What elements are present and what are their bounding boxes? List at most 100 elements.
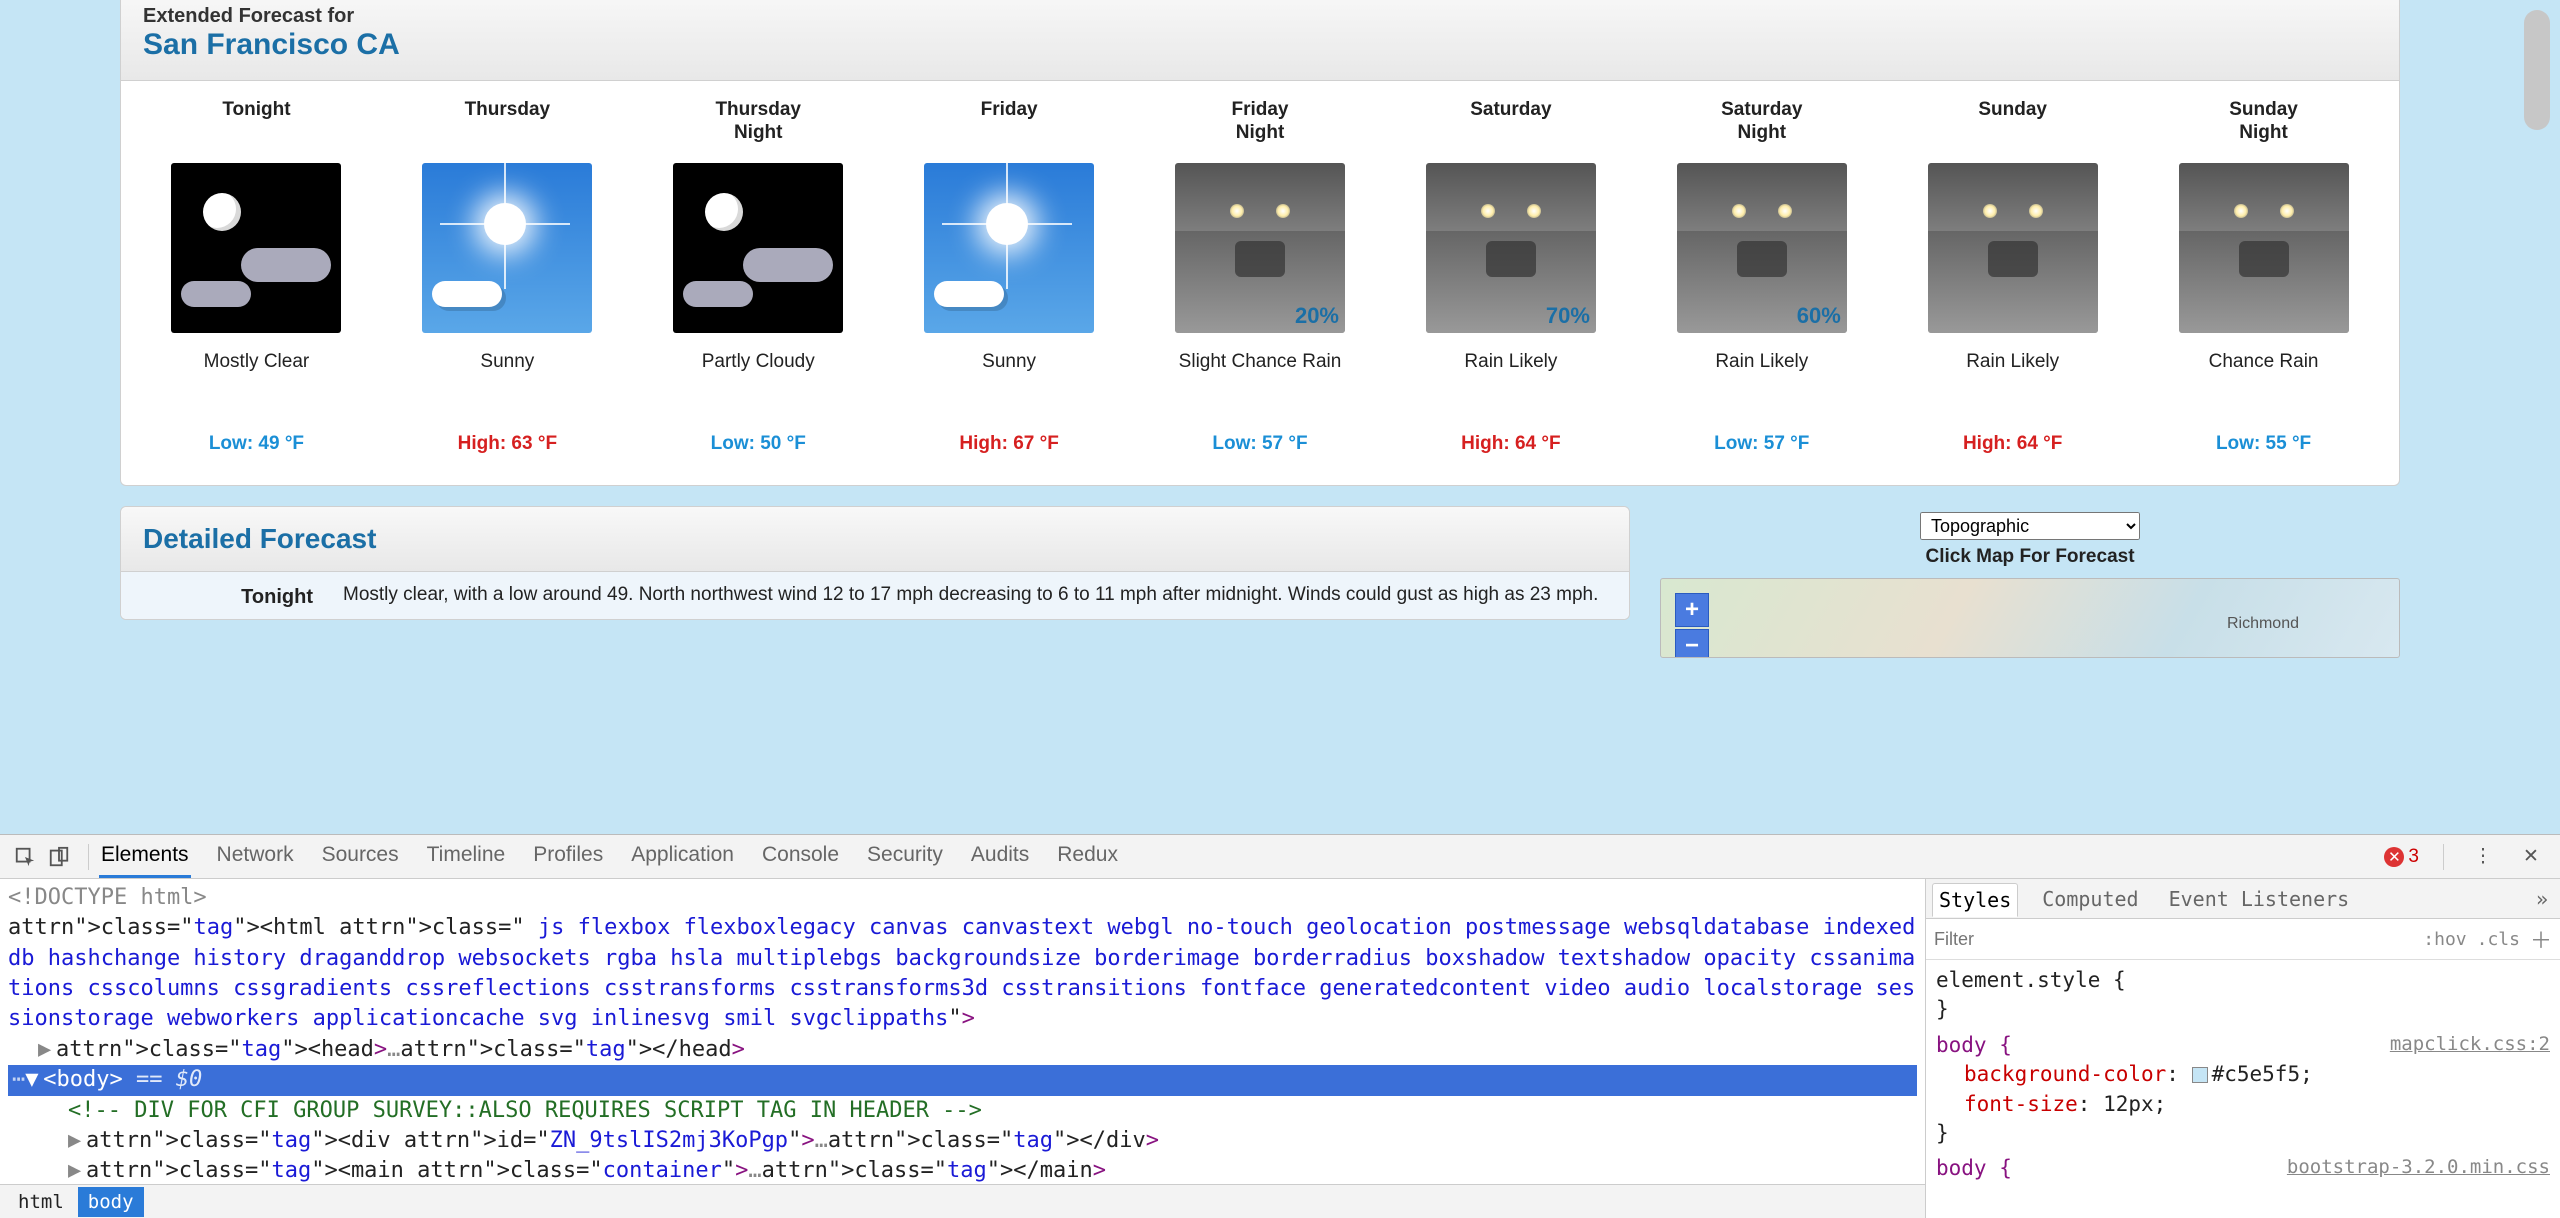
rule-selector: body { — [1936, 1156, 2012, 1180]
zoom-out-button[interactable]: − — [1675, 629, 1709, 658]
precip-probability: 20% — [1295, 303, 1339, 329]
dom-main[interactable]: attrn">class="tag"><main attrn">class="c… — [86, 1158, 1106, 1183]
forecast-temp: High: 64 °F — [1391, 433, 1630, 455]
styles-filter-input[interactable] — [1934, 929, 2413, 950]
forecast-temp: Low: 50 °F — [639, 433, 878, 455]
dom-doctype: <!DOCTYPE html> — [8, 885, 207, 910]
forecast-card[interactable]: Saturday70%Rain LikelyHigh: 64 °F — [1385, 99, 1636, 455]
devtools-tab-audits[interactable]: Audits — [969, 835, 1031, 878]
forecast-temp: Low: 57 °F — [1141, 433, 1380, 455]
expand-icon[interactable]: ▶ — [68, 1126, 86, 1156]
dom-comment: <!-- DIV FOR CFI GROUP SURVEY::ALSO REQU… — [68, 1098, 982, 1123]
forecast-subtitle: Extended Forecast for — [143, 5, 2377, 28]
forecast-condition: Chance Rain — [2144, 351, 2383, 403]
forecast-temp: High: 67 °F — [890, 433, 1129, 455]
forecast-card[interactable]: ThursdayNightPartly CloudyLow: 50 °F — [633, 99, 884, 455]
forecast-period: SundayNight — [2144, 99, 2383, 151]
forecast-card[interactable]: FridaySunnyHigh: 67 °F — [884, 99, 1135, 455]
detailed-forecast-panel: Detailed Forecast Tonight Mostly clear, … — [120, 506, 1630, 620]
dom-html-open[interactable]: attrn">class="tag"><html attrn">class=" … — [8, 913, 1917, 1034]
forecast-location: San Francisco CA — [143, 28, 2377, 62]
dom-tree[interactable]: <!DOCTYPE html> attrn">class="tag"><html… — [0, 879, 1925, 1184]
styles-rules[interactable]: element.style { } mapclick.css:2 body { … — [1926, 960, 2560, 1218]
dom-head[interactable]: attrn">class="tag"><head>…attrn">class="… — [56, 1037, 745, 1062]
error-badge[interactable]: ✕ 3 — [2384, 846, 2419, 868]
forecast-period: Thursday — [388, 99, 627, 151]
forecast-icon: 20% — [1175, 163, 1345, 333]
devtools-tab-sources[interactable]: Sources — [320, 835, 401, 878]
forecast-temp: Low: 49 °F — [137, 433, 376, 455]
rule-source-link[interactable]: bootstrap-3.2.0.min.css — [2287, 1154, 2550, 1181]
devtools-tab-network[interactable]: Network — [215, 835, 296, 878]
device-toggle-icon[interactable] — [44, 842, 74, 872]
forecast-card[interactable]: FridayNight20%Slight Chance RainLow: 57 … — [1135, 99, 1386, 455]
dom-body-selected[interactable]: ⋯▼<body> == $0 — [8, 1065, 1917, 1095]
devtools-tab-application[interactable]: Application — [629, 835, 736, 878]
devtools-tabs: Elements Network Sources Timeline Profiles Ap… — [99, 835, 1120, 878]
rule-element-style: element.style { — [1936, 968, 2126, 992]
devtools-tab-console[interactable]: Console — [760, 835, 841, 878]
expand-icon[interactable]: ▶ — [38, 1035, 56, 1065]
rule-source-link[interactable]: mapclick.css:2 — [2390, 1031, 2550, 1058]
forecast-card[interactable]: Sunday Rain Likely High: 64 °F — [1887, 99, 2138, 455]
forecast-period: SaturdayNight — [1642, 99, 1881, 151]
forecast-condition: Slight Chance Rain — [1141, 351, 1380, 403]
detailed-row-text: Mostly clear, with a low around 49. Nort… — [343, 582, 1607, 609]
breadcrumb-body[interactable]: body — [78, 1187, 144, 1217]
styles-tab-computed[interactable]: Computed — [2036, 883, 2144, 915]
forecast-temp: Low: 55 °F — [2144, 433, 2383, 455]
expand-icon[interactable]: ▶ — [68, 1156, 86, 1184]
cls-toggle[interactable]: .cls — [2477, 929, 2520, 950]
styles-tab-event-listeners[interactable]: Event Listeners — [2163, 883, 2356, 915]
inspect-icon[interactable] — [10, 842, 40, 872]
forecast-icon — [673, 163, 843, 333]
forecast-temp: Low: 57 °F — [1642, 433, 1881, 455]
forecast-temp: High: 64 °F — [1893, 433, 2132, 455]
forecast-condition: Sunny — [388, 351, 627, 403]
forecast-map[interactable]: + − Richmond — [1660, 578, 2400, 658]
map-label-richmond: Richmond — [2227, 615, 2299, 633]
dom-breadcrumbs: htmlbody — [0, 1184, 1925, 1218]
forecast-temp: High: 63 °F — [388, 433, 627, 455]
zoom-in-button[interactable]: + — [1675, 593, 1709, 627]
forecast-period: Saturday — [1391, 99, 1630, 151]
page-scrollbar[interactable] — [2524, 10, 2550, 130]
devtools-panel: Elements Network Sources Timeline Profiles Ap… — [0, 834, 2560, 1218]
hov-toggle[interactable]: :hov — [2423, 929, 2466, 950]
rule-selector: body { — [1936, 1033, 2012, 1057]
forecast-row: TonightMostly ClearLow: 49 °FThursday Sun… — [121, 81, 2399, 485]
detailed-row: Tonight Mostly clear, with a low around … — [121, 572, 1629, 619]
more-tabs-icon[interactable]: » — [2530, 883, 2554, 915]
devtools-menu-icon[interactable]: ⋮ — [2468, 842, 2498, 872]
devtools-tab-security[interactable]: Security — [865, 835, 945, 878]
map-column: Topographic Click Map For Forecast + − R… — [1660, 506, 2400, 658]
map-layer-select[interactable]: Topographic — [1920, 512, 2140, 540]
devtools-tab-timeline[interactable]: Timeline — [425, 835, 508, 878]
styles-filter-row: :hov .cls ＋ — [1926, 919, 2560, 960]
forecast-condition: Sunny — [890, 351, 1129, 403]
devtools-tab-profiles[interactable]: Profiles — [531, 835, 605, 878]
styles-pane: Styles Computed Event Listeners » :hov .cls… — [1925, 879, 2560, 1218]
forecast-card[interactable]: Thursday Sunny High: 63 °F — [382, 99, 633, 455]
forecast-icon: 60% — [1677, 163, 1847, 333]
breadcrumb-html[interactable]: html — [8, 1187, 74, 1217]
forecast-condition: Rain Likely — [1642, 351, 1881, 403]
forecast-card[interactable]: SaturdayNight 60% Rain Likely Low: 57 °F — [1636, 99, 1887, 455]
styles-tabs: Styles Computed Event Listeners » — [1926, 879, 2560, 919]
forecast-card[interactable]: TonightMostly ClearLow: 49 °F — [131, 99, 382, 455]
devtools-close-icon[interactable]: ✕ — [2516, 842, 2546, 872]
forecast-card[interactable]: SundayNight Chance Rain Low: 55 °F — [2138, 99, 2389, 455]
devtools-tab-elements[interactable]: Elements — [99, 835, 191, 878]
forecast-icon — [2179, 163, 2349, 333]
map-hint: Click Map For Forecast — [1660, 546, 2400, 568]
styles-tab-styles[interactable]: Styles — [1932, 883, 2018, 917]
extended-forecast-panel: Extended Forecast for San Francisco CA T… — [120, 0, 2400, 486]
forecast-location-link[interactable]: San Francisco CA — [143, 28, 400, 61]
color-swatch[interactable] — [2192, 1067, 2208, 1083]
forecast-period: Sunday — [1893, 99, 2132, 151]
devtools-tab-redux[interactable]: Redux — [1055, 835, 1120, 878]
add-rule-icon[interactable]: ＋ — [2530, 923, 2552, 955]
dom-div[interactable]: attrn">class="tag"><div attrn">id="ZN_9t… — [86, 1128, 1159, 1153]
devtools-toolbar: Elements Network Sources Timeline Profiles Ap… — [0, 835, 2560, 879]
forecast-condition: Rain Likely — [1893, 351, 2132, 403]
